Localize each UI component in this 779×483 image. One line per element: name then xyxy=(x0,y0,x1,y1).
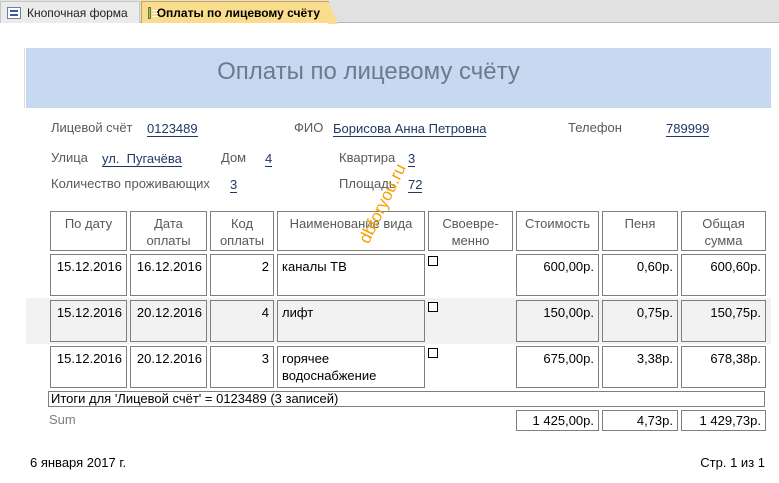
cell-pay-date: 20.12.2016 xyxy=(130,300,207,342)
cell-by-date: 15.12.2016 xyxy=(50,300,127,342)
group-totals-caption: Итоги для 'Лицевой счёт' = 0123489 (3 за… xyxy=(48,391,765,407)
cell-total: 150,75р. xyxy=(681,300,766,342)
house-label: Дом xyxy=(221,150,247,165)
apartment-label: Квартира xyxy=(339,150,396,165)
page-number: Стр. 1 из 1 xyxy=(700,455,765,470)
sum-total: 1 429,73р. xyxy=(681,410,766,431)
cell-total: 600,60р. xyxy=(681,254,766,296)
house-value: 4 xyxy=(265,151,273,167)
on-time-checkbox[interactable] xyxy=(428,302,438,312)
report-title: Оплаты по лицевому счёту xyxy=(217,58,520,85)
sum-penalty: 4,73р. xyxy=(602,410,678,431)
report-date: 6 января 2017 г. xyxy=(30,455,127,470)
tab-label: Оплаты по лицевому счёту xyxy=(156,5,320,20)
column-header: Дата оплаты xyxy=(130,211,207,251)
cell-penalty: 3,38р. xyxy=(602,346,678,388)
cell-pay-date: 16.12.2016 xyxy=(130,254,207,296)
on-time-checkbox[interactable] xyxy=(428,348,438,358)
sum-label: Sum xyxy=(49,412,76,427)
residents-value: 3 xyxy=(230,177,238,193)
account-value: 0123489 xyxy=(147,121,198,137)
column-header: Стоимость xyxy=(516,211,599,251)
cell-by-date: 15.12.2016 xyxy=(50,254,127,296)
tab-label: Кнопочная форма xyxy=(27,5,128,20)
left-margin-rule xyxy=(24,48,25,108)
cell-cost: 600,00р. xyxy=(516,254,599,296)
residents-label: Количество проживающих xyxy=(51,176,210,191)
cell-name: каналы ТВ xyxy=(277,254,425,296)
cell-code: 3 xyxy=(210,346,274,388)
account-label: Лицевой счёт xyxy=(51,120,133,135)
column-header: Код оплаты xyxy=(210,211,274,251)
column-header: Наименование вида xyxy=(277,211,425,251)
sum-cost: 1 425,00р. xyxy=(516,410,599,431)
cell-penalty: 0,75р. xyxy=(602,300,678,342)
cell-name: лифт xyxy=(277,300,425,342)
name-label: ФИО xyxy=(294,120,324,135)
phone-value: 789999 xyxy=(666,121,710,137)
cell-cost: 675,00р. xyxy=(516,346,599,388)
street-value: ул. Пугачёва xyxy=(102,151,182,167)
tab-payments-report[interactable]: Оплаты по лицевому счёту xyxy=(141,1,338,24)
column-header: По дату xyxy=(50,211,127,251)
cell-penalty: 0,60р. xyxy=(602,254,678,296)
phone-label: Телефон xyxy=(568,120,622,135)
apartment-value: 3 xyxy=(408,151,416,167)
report-icon xyxy=(148,6,158,19)
cell-total: 678,38р. xyxy=(681,346,766,388)
name-value: Борисова Анна Петровна xyxy=(333,121,487,137)
document-tab-bar: Кнопочная форма Оплаты по лицевому счёту xyxy=(0,0,779,24)
form-icon xyxy=(7,6,21,19)
cell-cost: 150,00р. xyxy=(516,300,599,342)
on-time-checkbox[interactable] xyxy=(428,256,438,266)
cell-code: 2 xyxy=(210,254,274,296)
tab-switchboard-form[interactable]: Кнопочная форма xyxy=(0,1,140,23)
area-value: 72 xyxy=(408,177,423,193)
column-header: Своевре-менно xyxy=(428,211,513,251)
street-label: Улица xyxy=(51,150,88,165)
cell-by-date: 15.12.2016 xyxy=(50,346,127,388)
column-header: Общая сумма xyxy=(681,211,766,251)
cell-name: горячее водоснабжение xyxy=(277,346,425,388)
column-header: Пеня xyxy=(602,211,678,251)
report-header-band: Оплаты по лицевому счёту xyxy=(26,48,771,108)
cell-code: 4 xyxy=(210,300,274,342)
cell-pay-date: 20.12.2016 xyxy=(130,346,207,388)
